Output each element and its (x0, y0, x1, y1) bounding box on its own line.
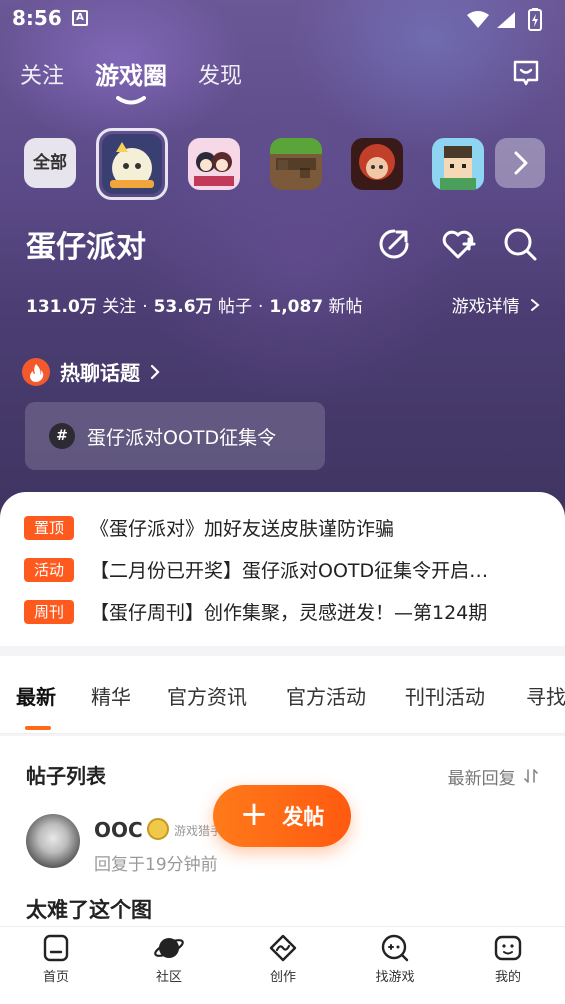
posts-label: 帖子 (217, 297, 252, 317)
nav-profile-label: 我的 (494, 970, 521, 985)
tab-following[interactable]: 关注 (20, 58, 64, 90)
post-time: 回复于19分钟前 (94, 855, 218, 875)
search-icon[interactable] (502, 226, 538, 266)
create-icon (269, 934, 297, 962)
sort-icon (524, 769, 538, 783)
chevron-right-icon (150, 364, 160, 379)
announcement-text: 《蛋仔派对》加好友送皮肤谨防诈骗 (90, 518, 395, 540)
tab-game-circle[interactable]: 游戏圈 (95, 56, 167, 91)
create-post-button[interactable]: + 发帖 (213, 785, 351, 847)
nav-home-label: 首页 (42, 970, 69, 985)
post-list-header: 帖子列表 (26, 764, 106, 788)
active-tab-indicator (25, 726, 51, 730)
nav-community-label: 社区 (155, 970, 182, 985)
nav-create-label: 创作 (269, 970, 296, 985)
announcement-text: 【二月份已开奖】蛋仔派对OOTD征集令开启… (90, 560, 489, 582)
announcement-text: 【蛋仔周刊】创作集聚，灵感迸发！—第124期 (90, 602, 488, 624)
tab-discover[interactable]: 发现 (198, 58, 242, 90)
topic-chip-label: 蛋仔派对OOTD征集令 (87, 426, 277, 449)
profile-icon (494, 935, 522, 961)
tab-featured[interactable]: 精华 (91, 681, 131, 710)
tab-latest[interactable]: 最新 (16, 681, 56, 710)
avatar[interactable] (26, 814, 80, 868)
chevron-right-icon (514, 151, 528, 175)
nav-find-games-label: 找游戏 (375, 970, 415, 985)
announcement-item[interactable]: 置顶 《蛋仔派对》加好友送皮肤谨防诈骗 (24, 514, 544, 541)
tab-official-events[interactable]: 官方活动 (286, 681, 366, 710)
nav-find-games[interactable]: 找游戏 (355, 933, 435, 985)
share-icon[interactable] (376, 226, 412, 266)
announcement-item[interactable]: 周刊 【蛋仔周刊】创作集聚，灵感迸发！—第124期 (24, 598, 544, 625)
game-details-link[interactable]: 游戏详情 (452, 292, 541, 317)
posts-count: 53.6万 (153, 297, 213, 317)
tab-periodical-events[interactable]: 刊刊活动 (405, 681, 485, 710)
game-icon-minecraft[interactable] (270, 138, 322, 190)
content-tabs: 最新 精华 官方资讯 官方活动 刊刊活动 寻找 (0, 656, 565, 734)
topic-chip[interactable]: # 蛋仔派对OOTD征集令 (25, 402, 325, 470)
hashtag-icon: # (49, 423, 75, 449)
hot-topics-header[interactable]: 热聊话题 (22, 357, 162, 386)
tab-official-news[interactable]: 官方资讯 (167, 681, 247, 710)
message-icon[interactable] (511, 58, 541, 92)
bottom-navigation: 首页 社区 创作 找游戏 我的 (0, 926, 565, 1004)
followers-count: 131.0万 (26, 297, 97, 317)
game-icon-eggy-party[interactable] (96, 128, 168, 200)
home-icon (43, 934, 69, 962)
all-games-button[interactable]: 全部 (24, 138, 76, 188)
post-author[interactable]: OOC (94, 818, 143, 842)
fire-icon (22, 357, 50, 386)
chevron-right-icon (531, 299, 540, 311)
tab-find[interactable]: 寻找 (526, 681, 565, 710)
pinned-badge: 置顶 (24, 515, 74, 540)
followers-label: 关注 (102, 297, 137, 317)
gamepad-search-icon (381, 934, 409, 962)
game-switcher: 全部 (0, 128, 565, 200)
event-badge: 活动 (24, 557, 74, 582)
game-stats: 131.0万 关注 · 53.6万 帖子 · 1,087 新帖 (26, 297, 363, 317)
hot-topics-title: 热聊话题 (60, 361, 140, 385)
game-details-label: 游戏详情 (451, 297, 520, 317)
top-navigation: 关注 游戏圈 发现 (0, 52, 565, 112)
game-icon-identity-v[interactable] (351, 138, 403, 190)
medal-icon (147, 818, 169, 840)
announcement-item[interactable]: 活动 【二月份已开奖】蛋仔派对OOTD征集令开启… (24, 556, 544, 583)
game-icon-mini-world[interactable] (432, 138, 484, 190)
system-status-icons (465, 8, 555, 36)
active-tab-indicator (116, 92, 146, 111)
planet-icon (154, 938, 184, 958)
status-time: 8:56 (12, 6, 62, 30)
status-bar: 8:56 A (0, 0, 565, 38)
notification-icon: A (72, 10, 88, 26)
new-posts-count: 1,087 (269, 297, 324, 317)
game-title: 蛋仔派对 (26, 230, 146, 265)
sort-dropdown[interactable]: 最新回复 (448, 764, 539, 789)
nav-create[interactable]: 创作 (243, 933, 323, 985)
create-post-label: 发帖 (282, 805, 325, 829)
more-games-button[interactable] (495, 138, 545, 188)
plus-icon: + (239, 794, 269, 834)
post-title[interactable]: 太难了这个图 (26, 894, 152, 924)
nav-profile[interactable]: 我的 (468, 933, 548, 985)
announcement-card: 置顶 《蛋仔派对》加好友送皮肤谨防诈骗 活动 【二月份已开奖】蛋仔派对OOTD征… (0, 492, 565, 646)
game-icon-sakura-school[interactable] (188, 138, 240, 190)
weekly-badge: 周刊 (24, 599, 74, 624)
nav-home[interactable]: 首页 (16, 933, 96, 985)
nav-community[interactable]: 社区 (129, 933, 209, 985)
follow-heart-icon[interactable] (440, 226, 476, 266)
new-posts-label: 新帖 (328, 297, 363, 317)
sort-label: 最新回复 (447, 769, 516, 789)
